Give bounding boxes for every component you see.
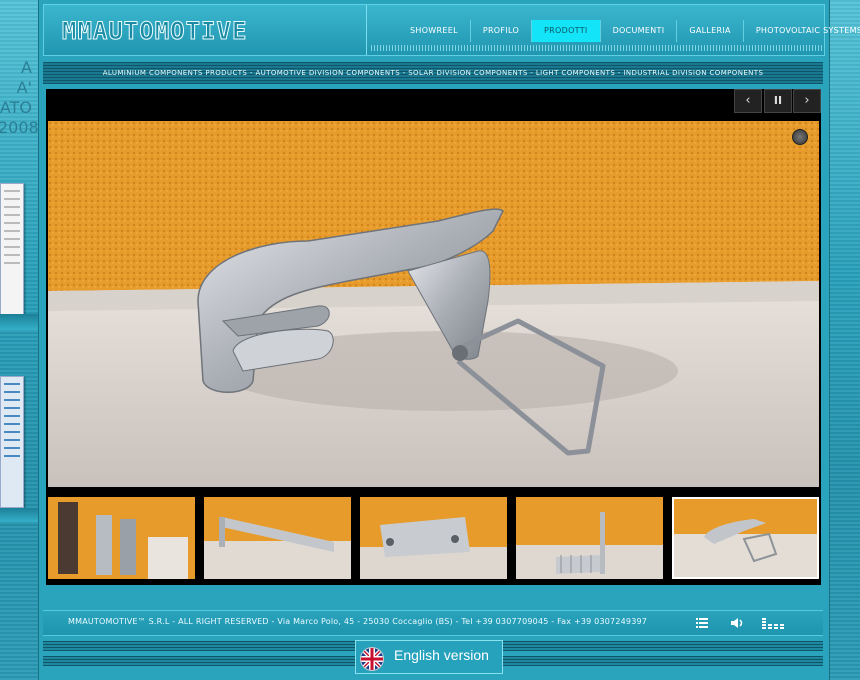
thumbnail-5[interactable]: [672, 497, 819, 579]
footer-copyright: MMAUTOMOTIVE™ S.R.L - ALL RIGHT RESERVED…: [68, 617, 648, 626]
main-frame: MMAUTOMOTIVE Showreel Profilo Prodotti D…: [38, 0, 860, 680]
left-text-line: A: [21, 58, 32, 77]
header-decor-strip: [371, 45, 824, 51]
thumbnail-3[interactable]: [360, 497, 507, 579]
slide-main-image[interactable]: [48, 121, 819, 487]
left-text-line: ATO: [0, 98, 32, 117]
english-version-label: English version: [394, 647, 489, 663]
slider-pause-button[interactable]: II: [764, 89, 792, 113]
heatsink-thumbnail: [516, 497, 663, 579]
volume-icon[interactable]: [730, 615, 746, 631]
left-certificate-thumbnail[interactable]: [0, 376, 24, 508]
nav-item-prodotti[interactable]: Prodotti: [532, 20, 601, 42]
thumbnail-strip: [48, 497, 820, 579]
logo[interactable]: MMAUTOMOTIVE: [61, 17, 247, 46]
equalizer-icon[interactable]: [761, 615, 787, 631]
nav-item-documenti[interactable]: Documenti: [601, 20, 678, 42]
chevron-right-icon: ›: [804, 93, 810, 108]
header: MMAUTOMOTIVE Showreel Profilo Prodotti D…: [43, 4, 860, 56]
left-decor-bar: [0, 314, 40, 330]
image-slider: ‹ II ›: [46, 89, 821, 585]
thumbnail-1[interactable]: [48, 497, 195, 579]
clip-thumbnail: [674, 499, 817, 577]
main-nav: Showreel Profilo Prodotti Documenti Gall…: [398, 20, 860, 42]
chevron-left-icon: ‹: [745, 93, 751, 108]
product-category-bar[interactable]: Aluminium components products - automoti…: [43, 62, 823, 84]
slider-prev-button[interactable]: ‹: [734, 89, 762, 113]
footer-bar: MMAUTOMOTIVE™ S.R.L - ALL RIGHT RESERVED…: [43, 610, 823, 636]
thumbnail-4[interactable]: [516, 497, 663, 579]
nav-item-galleria[interactable]: Galleria: [677, 20, 744, 42]
left-text-line: A': [16, 78, 32, 97]
thumbnail-2[interactable]: [204, 497, 351, 579]
english-version-button[interactable]: English version: [355, 640, 503, 674]
nav-item-photovoltaic-systems[interactable]: Photovoltaic Systems: [744, 20, 860, 42]
list-icon[interactable]: [695, 615, 711, 631]
left-decor-bar: [0, 508, 40, 522]
aluminium-clip-photo: [48, 121, 819, 487]
nav-item-showreel[interactable]: Showreel: [398, 20, 471, 42]
left-document-thumbnail[interactable]: [0, 183, 24, 315]
timer-icon: [792, 129, 808, 145]
left-text-line: 2008: [0, 118, 39, 137]
slider-next-button[interactable]: ›: [793, 89, 821, 113]
logo-box[interactable]: MMAUTOMOTIVE: [44, 5, 367, 55]
left-partial-text: A A' ATO 2008: [0, 58, 39, 138]
bracket-thumbnail: [360, 497, 507, 579]
angle-bar-thumbnail: [204, 497, 351, 579]
pause-icon: II: [773, 94, 783, 107]
profiles-thumbnail: [48, 497, 195, 579]
nav-item-profilo[interactable]: Profilo: [471, 20, 533, 42]
uk-flag-icon: [360, 647, 384, 671]
